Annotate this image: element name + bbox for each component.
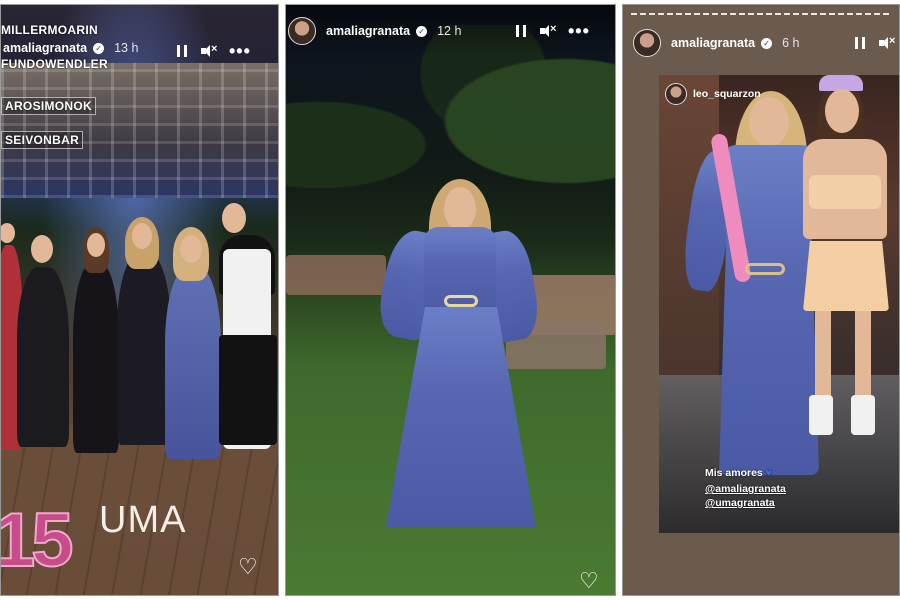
mention-tag[interactable]: SEIVONBAR [1,131,84,149]
avatar[interactable] [633,29,661,57]
caption-text: Mis amores [705,467,763,479]
lounge-area [286,255,386,295]
post-time: 13 h [114,41,139,55]
reshared-story-photo[interactable]: leo_squarzon Mis amores ♥ @amaliagranata… [659,75,899,533]
mention-tag[interactable]: FUNDOWENDLER [1,57,108,71]
reshared-author: leo_squarzon [665,83,761,105]
reshared-username[interactable]: leo_squarzon [693,88,761,100]
story-panel-right[interactable]: amaliagranata ✓ 6 h × leo_squarzon Mis a… [622,4,900,596]
more-icon[interactable]: ••• [568,22,590,40]
username[interactable]: amaliagranata [3,41,87,55]
story-header: amaliagranata ✓ 12 h [288,17,461,45]
pause-icon[interactable] [855,37,865,49]
story-controls: × ••• [177,42,251,60]
story-caption: Mis amores ♥ [705,467,772,479]
heart-icon[interactable]: ♡ [579,570,601,592]
post-time: 12 h [437,24,462,38]
more-icon[interactable]: ••• [229,42,251,60]
story-controls: × [855,35,895,49]
avatar[interactable] [288,17,316,45]
verified-badge-icon: ✓ [93,42,105,54]
verified-badge-icon: ✓ [761,37,773,49]
name-sticker: UMA [99,499,187,541]
blue-heart-icon: ♥ [765,468,772,479]
story-progress-bar [631,13,891,15]
mention-link[interactable]: @umagranata [705,497,775,509]
balloon-number-sticker: 15 [0,497,75,584]
pause-icon[interactable] [177,45,187,57]
mute-icon[interactable]: × [540,23,556,37]
username[interactable]: amaliagranata [671,36,755,50]
mention-link[interactable]: @amaliagranata [705,483,786,495]
story-controls: × ••• [516,22,590,40]
pause-icon[interactable] [516,25,526,37]
mention-tag[interactable]: AROSIMONOK [1,97,96,115]
story-panel-middle[interactable]: amaliagranata ✓ 12 h × ••• ♡ [285,4,616,596]
mute-icon[interactable]: × [879,35,895,49]
story-header: amaliagranata ✓ 6 h [633,29,799,57]
mention-tag[interactable]: MILLERMOARIN [1,23,98,37]
heart-icon[interactable]: ♡ [238,556,260,578]
avatar[interactable] [665,83,687,105]
verified-badge-icon: ✓ [416,25,428,37]
mute-icon[interactable]: × [201,43,217,57]
username[interactable]: amaliagranata [326,24,410,38]
story-header: amaliagranata ✓ 13 h [3,41,138,55]
story-panel-left[interactable]: MILLERMOARIN FUNDOWENDLER AROSIMONOK SEI… [0,4,279,596]
post-time: 6 h [782,36,800,50]
